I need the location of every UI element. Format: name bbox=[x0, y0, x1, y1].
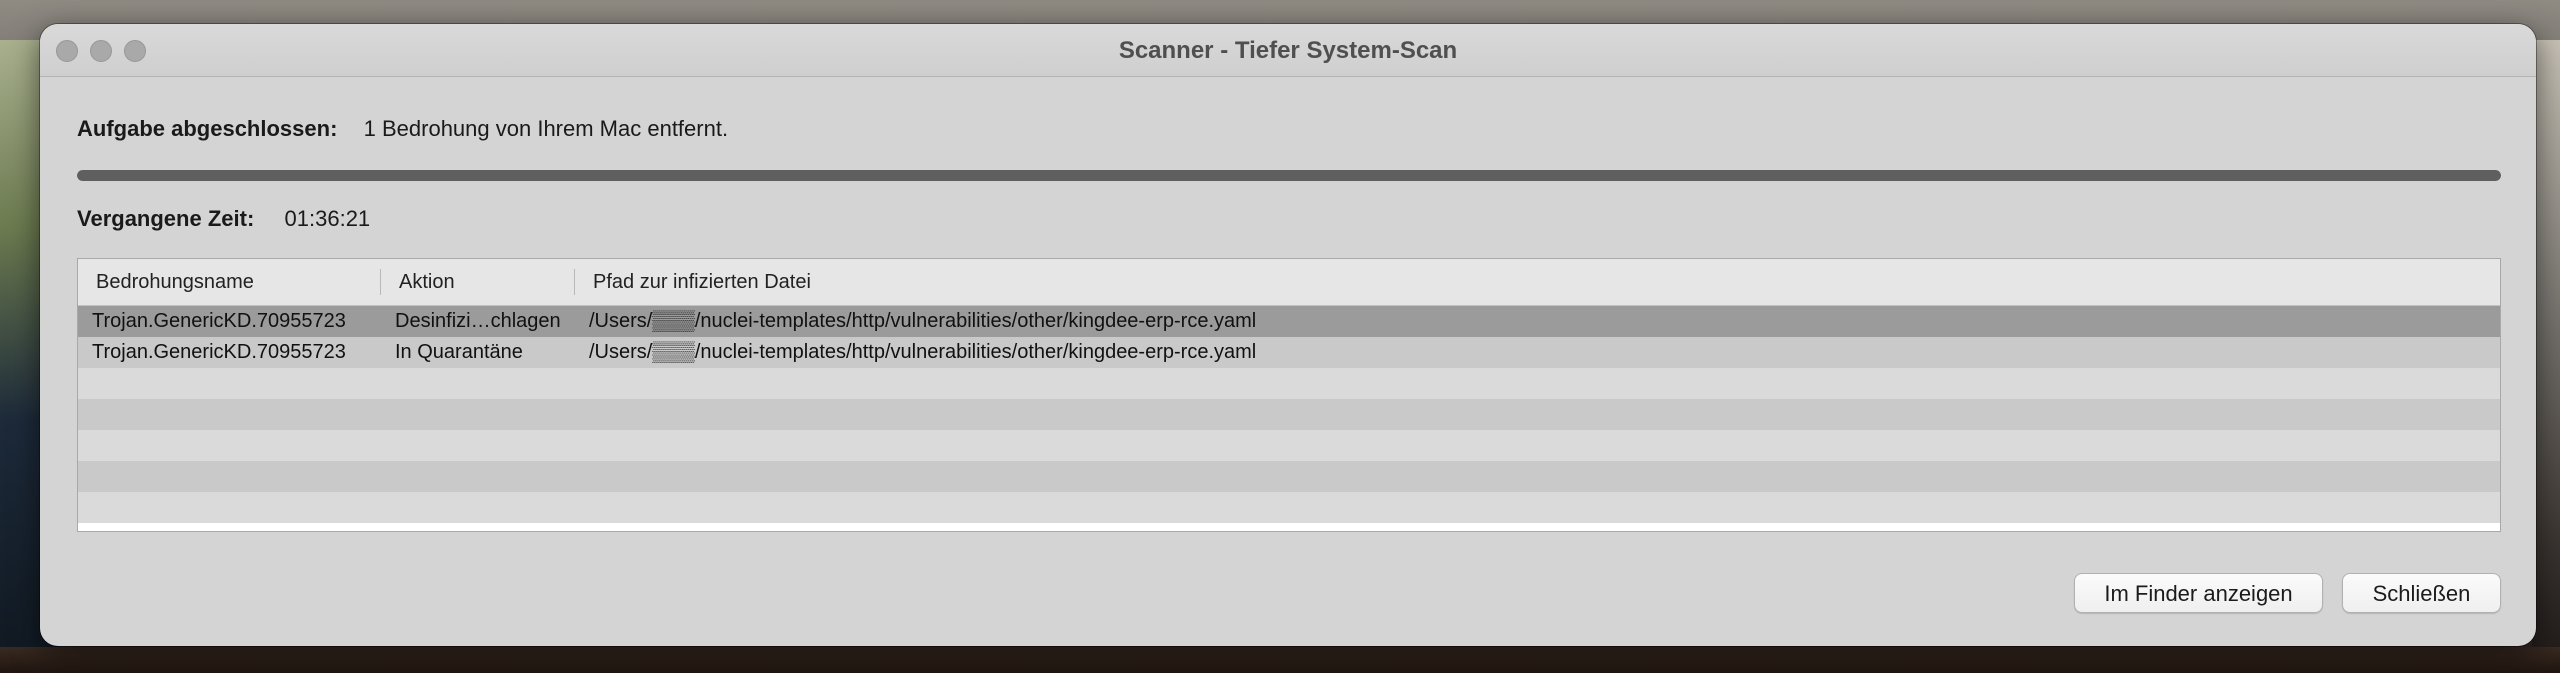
table-body: Trojan.GenericKD.70955723 Desinfizi…chla… bbox=[78, 306, 2500, 523]
status-message: 1 Bedrohung von Ihrem Mac entfernt. bbox=[363, 116, 729, 141]
empty-row bbox=[78, 461, 2500, 492]
desktop-background-bottom bbox=[0, 647, 2560, 673]
table-row[interactable]: Trojan.GenericKD.70955723 In Quarantäne … bbox=[78, 337, 2500, 368]
progress-fill bbox=[77, 170, 2501, 181]
elapsed-label: Vergangene Zeit: bbox=[77, 206, 255, 231]
scanner-window: Scanner - Tiefer System-Scan Aufgabe abg… bbox=[40, 24, 2536, 646]
column-header-threat-name[interactable]: Bedrohungsname bbox=[78, 259, 381, 305]
table-header: Bedrohungsname Aktion Pfad zur infiziert… bbox=[78, 259, 2500, 306]
column-header-file-path[interactable]: Pfad zur infizierten Datei bbox=[575, 259, 2500, 305]
empty-row bbox=[78, 492, 2500, 523]
threats-table: Bedrohungsname Aktion Pfad zur infiziert… bbox=[77, 258, 2501, 532]
cell-threat-name: Trojan.GenericKD.70955723 bbox=[92, 341, 346, 363]
window-title: Scanner - Tiefer System-Scan bbox=[1118, 37, 1458, 64]
elapsed-time-line: Vergangene Zeit: 01:36:21 bbox=[77, 206, 370, 232]
cell-action: Desinfizi…chlagen bbox=[395, 310, 561, 332]
table-row[interactable]: Trojan.GenericKD.70955723 Desinfizi…chla… bbox=[78, 306, 2500, 337]
close-button[interactable]: Schließen bbox=[2342, 573, 2501, 613]
empty-row bbox=[78, 368, 2500, 399]
cell-file-path: /Users/▒▒▒/nuclei-templates/http/vulnera… bbox=[589, 310, 1257, 332]
elapsed-value: 01:36:21 bbox=[284, 206, 371, 231]
cell-threat-name: Trojan.GenericKD.70955723 bbox=[92, 310, 346, 332]
status-line: Aufgabe abgeschlossen: 1 Bedrohung von I… bbox=[77, 116, 728, 142]
cell-action: In Quarantäne bbox=[395, 341, 523, 363]
empty-row bbox=[78, 399, 2500, 430]
empty-row bbox=[78, 430, 2500, 461]
title-bar[interactable]: Scanner - Tiefer System-Scan bbox=[40, 24, 2536, 77]
progress-bar bbox=[77, 170, 2501, 181]
status-label: Aufgabe abgeschlossen: bbox=[77, 116, 338, 141]
desktop-background-right bbox=[2532, 40, 2560, 673]
cell-file-path: /Users/▒▒▒/nuclei-templates/http/vulnera… bbox=[589, 341, 1257, 363]
show-in-finder-button[interactable]: Im Finder anzeigen bbox=[2074, 573, 2323, 613]
column-header-action[interactable]: Aktion bbox=[381, 259, 575, 305]
